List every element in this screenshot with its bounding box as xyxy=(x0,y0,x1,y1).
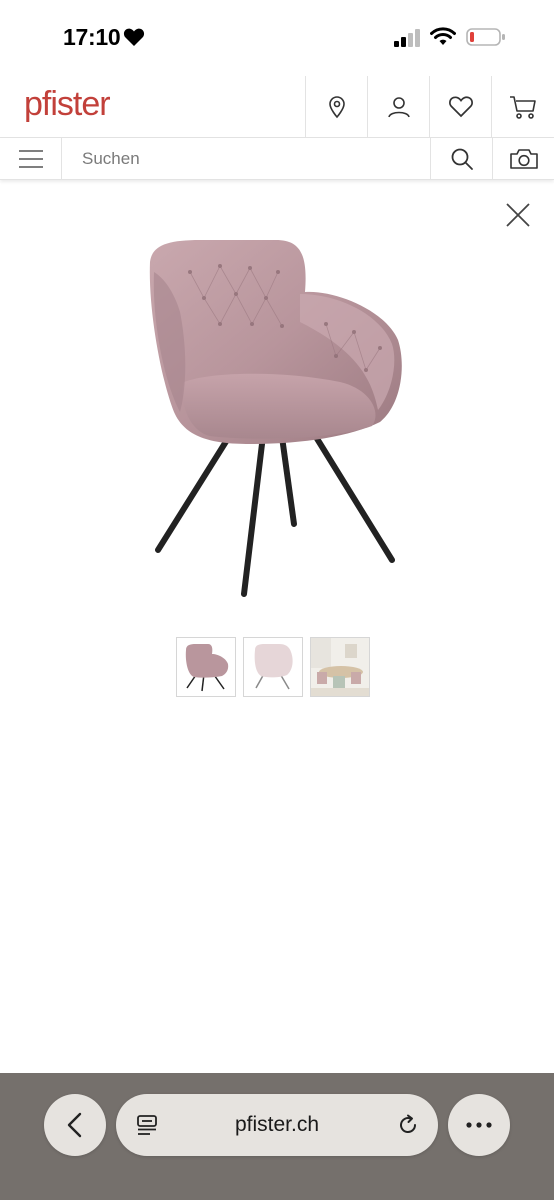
pfister-logo[interactable]: pfister xyxy=(24,85,111,124)
thumbnail-3[interactable] xyxy=(310,637,370,697)
wishlist-heart-icon xyxy=(448,96,473,118)
address-bar[interactable]: pfister.ch xyxy=(116,1094,438,1156)
reload-icon[interactable] xyxy=(396,1113,420,1137)
cart-icon xyxy=(509,96,536,119)
status-time: 17:10 xyxy=(63,24,121,50)
search-bar xyxy=(0,138,554,180)
wishlist-button[interactable] xyxy=(429,76,491,138)
account-icon xyxy=(387,97,410,118)
thumbnail-chair-image xyxy=(185,644,229,692)
search-icon xyxy=(451,148,473,170)
url-text: pfister.ch xyxy=(234,1113,320,1136)
battery-low-icon xyxy=(466,28,505,46)
back-chevron-icon xyxy=(67,1112,82,1138)
search-button[interactable] xyxy=(430,138,492,180)
thumbnail-1[interactable] xyxy=(176,637,236,697)
back-button[interactable] xyxy=(44,1094,106,1156)
image-search-button[interactable] xyxy=(492,138,554,180)
hamburger-menu-icon xyxy=(18,150,43,168)
more-options-icon xyxy=(466,1122,492,1128)
product-image xyxy=(149,240,402,597)
cellular-signal-icon xyxy=(394,29,420,47)
search-input[interactable] xyxy=(82,146,412,172)
account-button[interactable] xyxy=(367,76,429,138)
camera-icon xyxy=(509,149,538,169)
thumbnail-dining-room-image xyxy=(311,638,369,696)
more-options-button[interactable] xyxy=(448,1094,510,1156)
wifi-icon xyxy=(430,27,456,45)
site-header: pfister xyxy=(0,76,554,138)
store-locator-button[interactable] xyxy=(305,76,367,138)
status-bar: 17:10 xyxy=(0,0,554,76)
thumbnail-strip xyxy=(176,637,370,697)
thumbnail-chair-light-image xyxy=(254,644,293,690)
menu-button[interactable] xyxy=(0,138,62,180)
cart-button[interactable] xyxy=(491,76,553,138)
location-pin-icon xyxy=(328,96,345,119)
thumbnail-2[interactable] xyxy=(243,637,303,697)
close-icon[interactable] xyxy=(503,200,533,230)
heart-icon xyxy=(123,28,145,46)
browser-toolbar: pfister.ch xyxy=(0,1073,554,1200)
